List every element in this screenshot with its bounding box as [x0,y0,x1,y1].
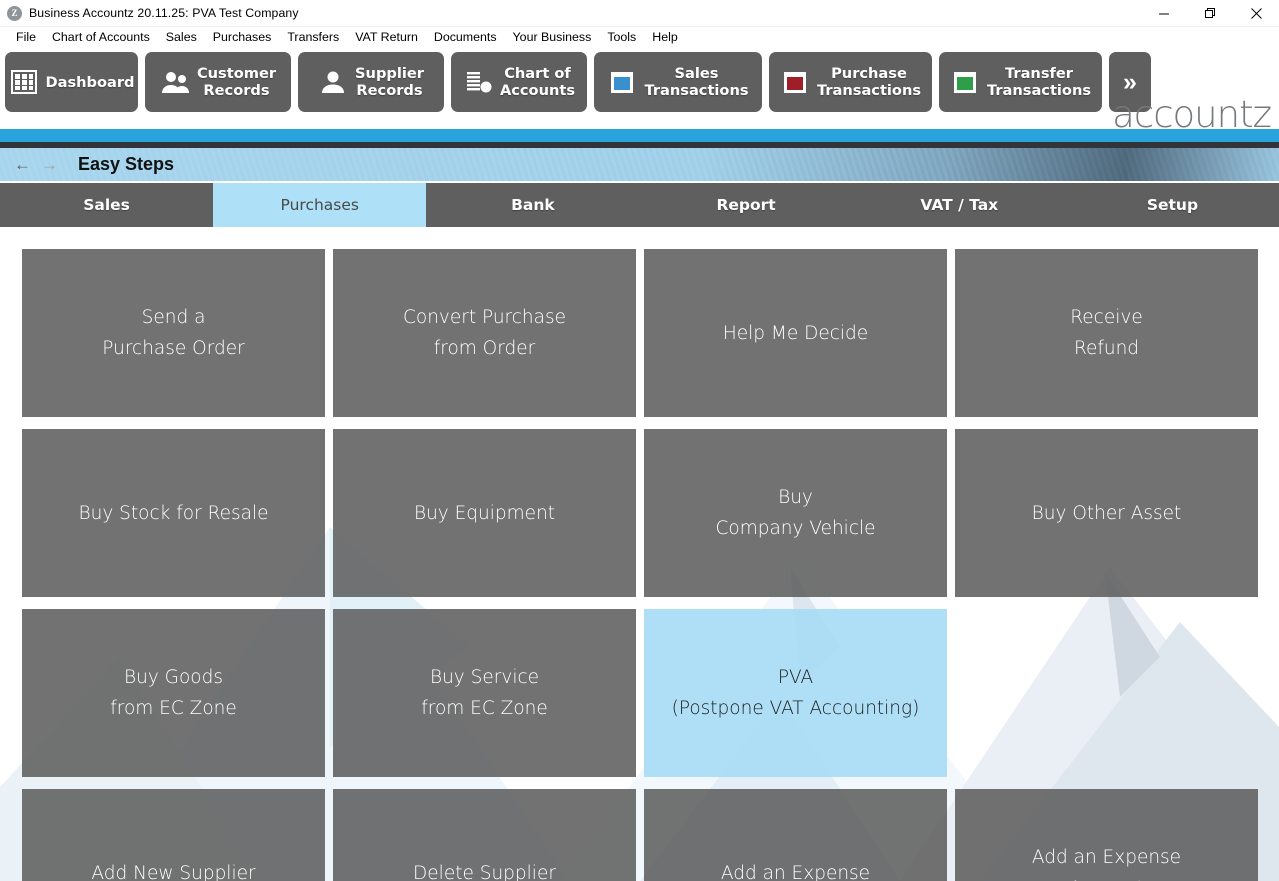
tile-buy-stock-for-resale[interactable]: Buy Stock for Resale [22,429,325,597]
tile-label: Convert Purchase from Order [402,307,567,359]
tab-vat-tax[interactable]: VAT / Tax [852,183,1066,227]
tile-label: Add New Supplier [91,862,256,881]
menu-item-your-business[interactable]: Your Business [505,29,600,45]
tile-help-me-decide[interactable]: Help Me Decide [644,249,947,417]
tile-buy-service-from-ec-zone[interactable]: Buy Service from EC Zone [333,609,636,777]
tab-purchases[interactable]: Purchases [213,183,427,227]
menu-item-chart-of-accounts[interactable]: Chart of Accounts [44,29,158,45]
tile-buy-equipment[interactable]: Buy Equipment [333,429,636,597]
green-book-icon [953,72,976,93]
toolbar: Dashboard Customer Records Supplier Recor… [0,47,1279,150]
accent-stripe [0,129,1279,142]
tile-label: Add an Expense Account [1031,847,1182,881]
toolbar-button-dashboard[interactable]: Dashboard [5,52,138,112]
toolbar-button-sales-transactions[interactable]: Sales Transactions [594,52,762,112]
menu-item-vat-return[interactable]: VAT Return [347,29,426,45]
tile-add-new-supplier[interactable]: Add New Supplier [22,789,325,881]
tile-convert-purchase-from-order[interactable]: Convert Purchase from Order [333,249,636,417]
tile-label: Buy Company Vehicle [715,487,876,539]
toolbar-button-customer-records[interactable]: Customer Records [145,52,291,112]
two-people-icon [161,72,189,93]
menu-item-file[interactable]: File [8,29,44,45]
tile-label: Buy Goods from EC Zone [110,667,237,719]
menu-item-tools[interactable]: Tools [599,29,644,45]
tile-label: PVA (Postpone VAT Accounting) [671,667,920,719]
window-controls [1141,0,1279,27]
app-icon: Z [7,5,22,21]
tab-sales[interactable]: Sales [0,183,214,227]
toolbar-button-supplier-records[interactable]: Supplier Records [298,52,444,112]
tile-buy-company-vehicle[interactable]: Buy Company Vehicle [644,429,947,597]
tab-setup[interactable]: Setup [1065,183,1279,227]
menu-bar: File Chart of Accounts Sales Purchases Trans… [0,27,1279,47]
window-title: Business Accountz 20.11.25: PVA Test Com… [29,6,299,20]
easy-steps-tile-grid: Send a Purchase Order Convert Purchase fr… [22,249,1258,881]
tab-bar: Sales Purchases Bank Report VAT / Tax Setup [0,183,1279,227]
toolbar-button-label: Supplier Records [355,65,424,99]
grid-icon [10,70,37,94]
tile-label: Buy Equipment [413,502,556,524]
menu-item-sales[interactable]: Sales [158,29,205,45]
tile-buy-other-asset[interactable]: Buy Other Asset [955,429,1258,597]
red-book-icon [783,72,806,93]
tab-report[interactable]: Report [639,183,853,227]
tile-delete-supplier[interactable]: Delete Supplier [333,789,636,881]
toolbar-button-label: Customer Records [196,65,277,99]
tile-label: Send a Purchase Order [102,307,245,359]
toolbar-button-chart-of-accounts[interactable]: Chart of Accounts [451,52,587,112]
tile-buy-goods-from-ec-zone[interactable]: Buy Goods from EC Zone [22,609,325,777]
application-window: Z Business Accountz 20.11.25: PVA Test C… [0,0,1279,881]
tab-bank[interactable]: Bank [426,183,640,227]
tile-label: Receive Refund [1070,307,1143,359]
restore-icon[interactable] [1187,0,1233,27]
tile-receive-refund[interactable]: Receive Refund [955,249,1258,417]
tile-label: Help Me Decide [722,322,869,344]
content-area: Send a Purchase Order Convert Purchase fr… [0,227,1279,881]
toolbar-button-label: Purchase Transactions [816,65,922,99]
toolbar-button-purchase-transactions[interactable]: Purchase Transactions [769,52,932,112]
menu-item-documents[interactable]: Documents [426,29,505,45]
tile-pva-postpone-vat-accounting[interactable]: PVA (Postpone VAT Accounting) [644,609,947,777]
toolbar-button-label: Dashboard [45,73,135,91]
tile-add-an-expense-account[interactable]: Add an Expense Account [955,789,1258,881]
page-title: Easy Steps [78,154,175,174]
menu-item-help[interactable]: Help [644,29,685,45]
easy-steps-banner: ← → Easy Steps [0,148,1279,181]
forward-arrow-icon[interactable]: → [41,156,58,173]
person-icon [322,71,345,93]
tile-label: Add an Expense [720,862,871,881]
double-chevron-right-icon: » [1123,67,1137,96]
minimize-icon[interactable] [1141,0,1187,27]
bar-chart-icon [466,72,492,93]
back-arrow-icon[interactable]: ← [14,156,31,173]
menu-item-transfers[interactable]: Transfers [279,29,347,45]
close-icon[interactable] [1233,0,1279,27]
title-bar: Z Business Accountz 20.11.25: PVA Test C… [0,0,1279,27]
tile-add-an-expense[interactable]: Add an Expense [644,789,947,881]
tile-label: Buy Service from EC Zone [421,667,548,719]
tile-empty-slot [955,609,1258,777]
toolbar-button-label: Chart of Accounts [499,65,576,99]
toolbar-button-label: Sales Transactions [644,65,749,99]
blue-book-icon [611,72,634,93]
tile-send-a-purchase-order[interactable]: Send a Purchase Order [22,249,325,417]
tile-label: Buy Stock for Resale [78,502,269,524]
tile-label: Delete Supplier [413,862,556,881]
toolbar-button-label: Transfer Transactions [986,65,1092,99]
tile-label: Buy Other Asset [1031,502,1182,524]
menu-item-purchases[interactable]: Purchases [205,29,280,45]
